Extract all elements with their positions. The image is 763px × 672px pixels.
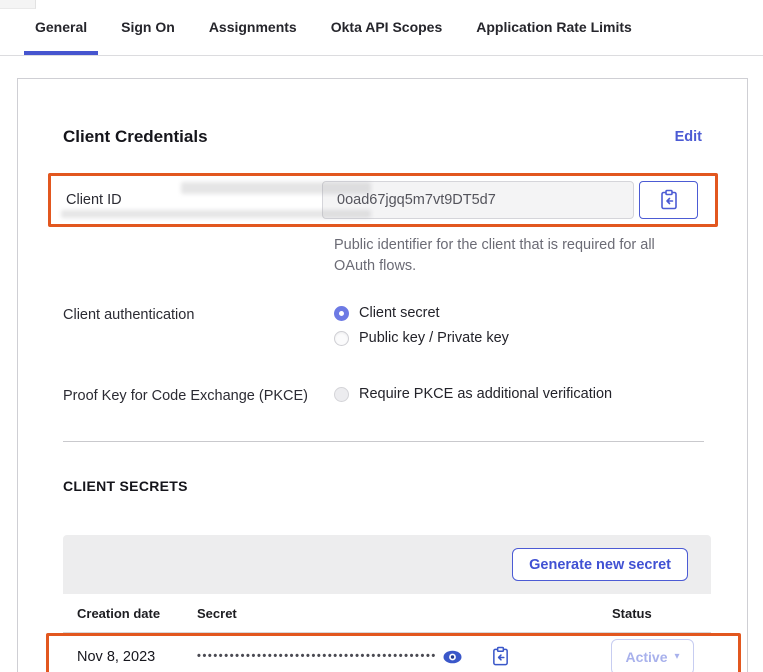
tab-assignments[interactable]: Assignments bbox=[198, 0, 308, 55]
radio-client-secret-label: Client secret bbox=[359, 305, 440, 321]
tab-okta-api-scopes[interactable]: Okta API Scopes bbox=[320, 0, 454, 55]
okta-app-settings-page: General Sign On Assignments Okta API Sco… bbox=[0, 0, 763, 672]
app-tabs: General Sign On Assignments Okta API Sco… bbox=[0, 0, 763, 56]
copy-secret-button[interactable] bbox=[491, 646, 510, 667]
secret-creation-date: Nov 8, 2023 bbox=[77, 649, 197, 665]
radio-selected-icon[interactable] bbox=[334, 306, 349, 321]
section-title-client-credentials: Client Credentials bbox=[63, 127, 208, 147]
status-label: Active bbox=[625, 649, 667, 665]
tab-sign-on[interactable]: Sign On bbox=[110, 0, 186, 55]
reveal-secret-button[interactable] bbox=[443, 650, 462, 664]
client-authentication-options: Client secret Public key / Private key bbox=[334, 305, 509, 346]
checkbox-unchecked-icon[interactable] bbox=[334, 387, 349, 402]
client-id-field-group bbox=[322, 181, 698, 219]
pkce-row: Proof Key for Code Exchange (PKCE) Requi… bbox=[63, 386, 702, 404]
radio-public-private-key-label: Public key / Private key bbox=[359, 330, 509, 346]
masked-secret-value: ••••••••••••••••••••••••••••••••••••••••… bbox=[197, 651, 437, 662]
client-credentials-card: Client Credentials Edit Client ID bbox=[17, 78, 748, 672]
pkce-option-label: Require PKCE as additional verification bbox=[359, 386, 612, 402]
tab-general[interactable]: General bbox=[24, 0, 98, 55]
column-header-status: Status bbox=[612, 606, 711, 621]
edit-link[interactable]: Edit bbox=[675, 129, 702, 145]
blurred-artifact bbox=[181, 182, 371, 194]
column-header-secret: Secret bbox=[197, 606, 612, 621]
client-id-help-text: Public identifier for the client that is… bbox=[334, 235, 682, 277]
clipboard-copy-icon bbox=[659, 189, 679, 211]
pkce-checkbox-option[interactable]: Require PKCE as additional verification bbox=[334, 386, 612, 402]
chevron-down-icon: ▾ bbox=[675, 651, 680, 662]
copy-client-id-button[interactable] bbox=[639, 181, 698, 219]
pkce-label: Proof Key for Code Exchange (PKCE) bbox=[63, 386, 334, 404]
radio-unselected-icon[interactable] bbox=[334, 331, 349, 346]
tab-application-rate-limits[interactable]: Application Rate Limits bbox=[465, 0, 643, 55]
client-id-label: Client ID bbox=[66, 192, 322, 208]
column-header-creation-date: Creation date bbox=[77, 606, 197, 621]
radio-client-secret[interactable]: Client secret bbox=[334, 305, 509, 321]
secret-row-highlight-box: Nov 8, 2023 ••••••••••••••••••••••••••••… bbox=[46, 633, 741, 672]
clipboard-copy-icon bbox=[491, 646, 510, 667]
client-authentication-label: Client authentication bbox=[63, 305, 334, 323]
radio-public-private-key[interactable]: Public key / Private key bbox=[334, 330, 509, 346]
client-secrets-toolbar: Generate new secret bbox=[63, 535, 711, 594]
client-authentication-row: Client authentication Client secret Publ… bbox=[63, 305, 702, 346]
client-id-highlight-box: Client ID bbox=[48, 173, 718, 227]
blurred-artifact bbox=[61, 210, 371, 218]
status-dropdown[interactable]: Active ▾ bbox=[611, 639, 694, 672]
eye-icon bbox=[443, 650, 462, 664]
card-header: Client Credentials Edit bbox=[63, 127, 702, 147]
section-divider bbox=[63, 441, 704, 442]
client-secrets-title: CLIENT SECRETS bbox=[63, 478, 702, 494]
secrets-table-header: Creation date Secret Status bbox=[63, 594, 711, 633]
generate-new-secret-button[interactable]: Generate new secret bbox=[512, 548, 688, 581]
